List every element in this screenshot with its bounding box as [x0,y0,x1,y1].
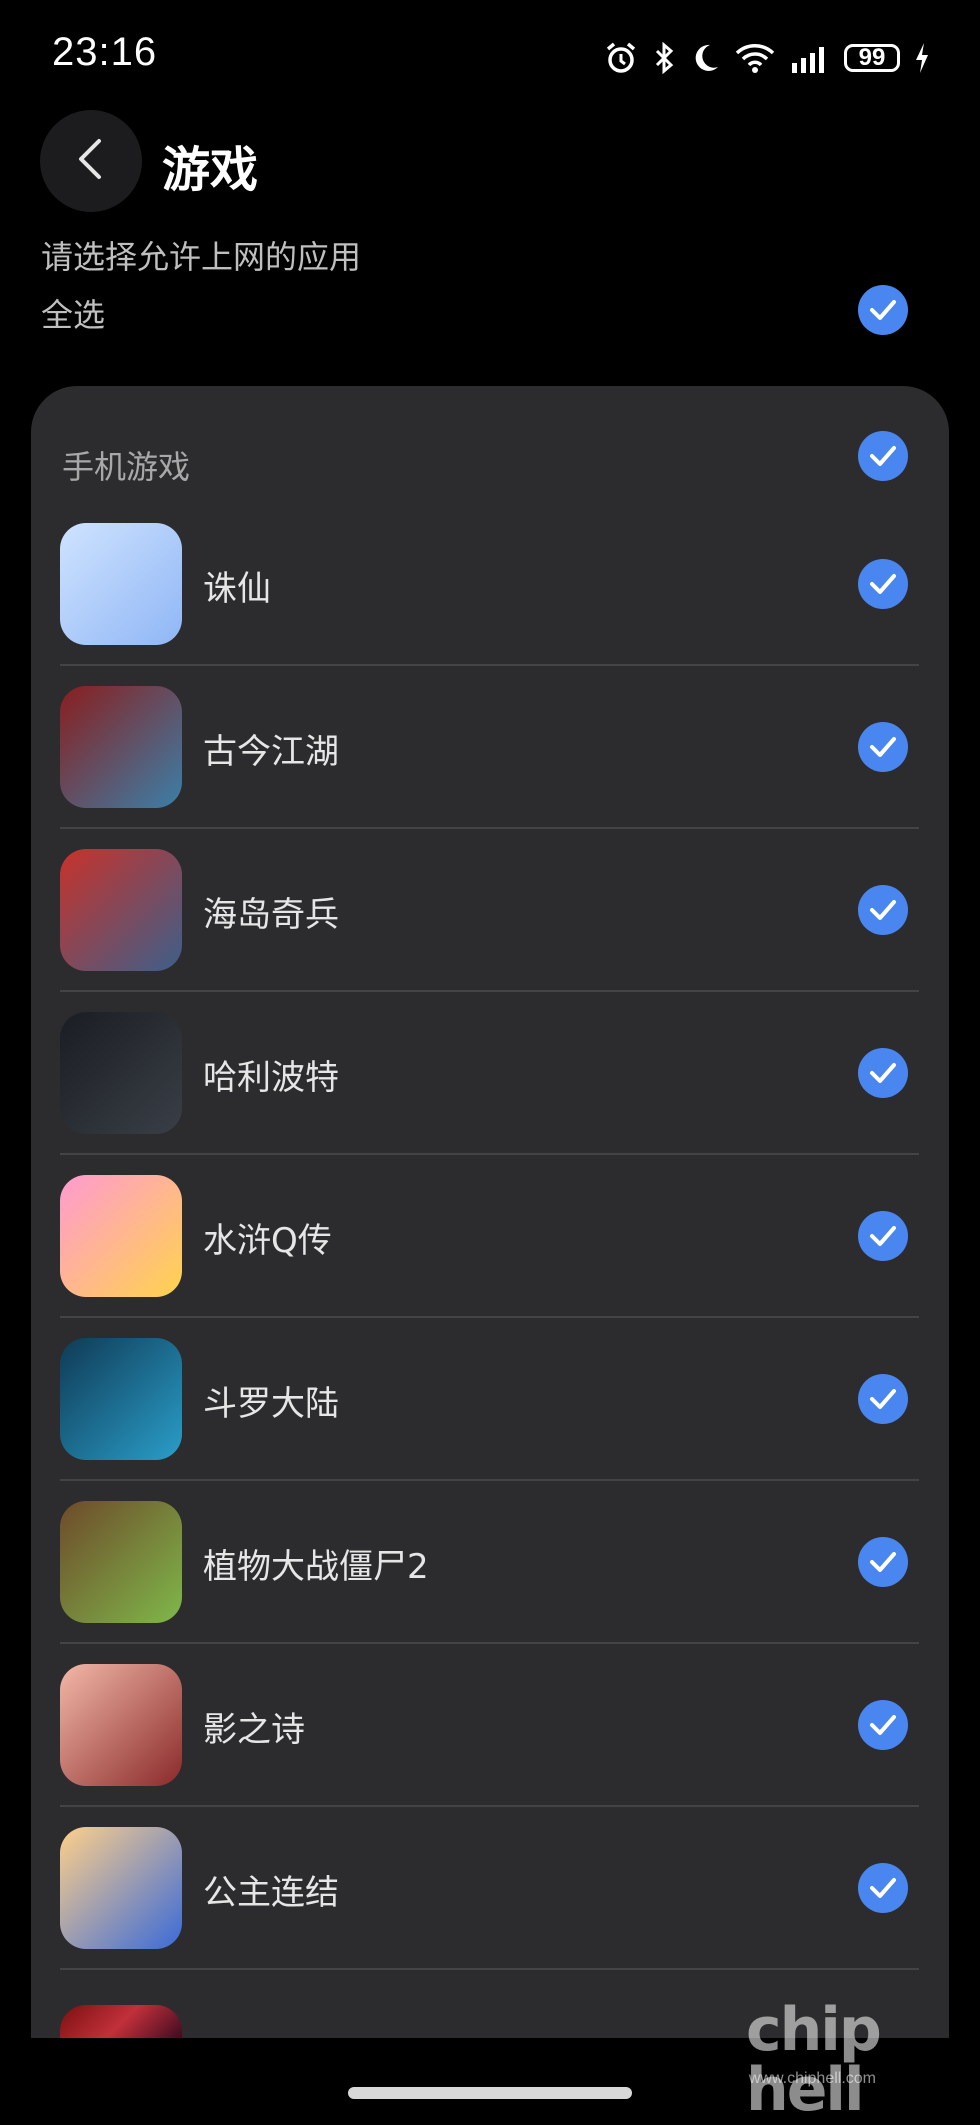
app-list-card: 手机游戏 诛仙古今江湖海岛奇兵哈利波特水浒Q传斗罗大陆植物大战僵尸2 影之诗公主连… [31,386,949,2115]
divider [60,827,919,829]
app-checkbox[interactable] [858,722,908,772]
alarm-icon [604,41,638,75]
charging-icon [914,41,930,75]
app-checkbox[interactable] [858,885,908,935]
status-time: 23:16 [52,30,158,74]
chevron-left-icon [73,137,109,185]
list-item[interactable]: 诛仙 [31,523,949,686]
list-item[interactable]: 影之诗 [31,1664,949,1827]
checkmark-icon [870,1878,896,1898]
wifi-icon [734,41,776,75]
pvz2-icon [60,1501,182,1623]
app-name: 斗罗大陆 [203,1384,339,1424]
status-icons: 99 [604,38,930,78]
list-item[interactable]: 斗罗大陆 [31,1338,949,1501]
page-title: 游戏 [162,142,259,198]
watermark-logo: chip hell [746,1995,882,2125]
watermark: chip hell www.chiphell.com [746,2000,966,2120]
app-name: 海岛奇兵 [203,895,339,935]
checkmark-icon [870,1063,896,1083]
douluo-icon [60,1338,182,1460]
divider [60,664,919,666]
app-checkbox[interactable] [858,1537,908,1587]
shadowverse-icon [60,1664,182,1786]
app-name: 诛仙 [203,569,271,609]
boom-beach-icon [60,849,182,971]
divider [60,1153,919,1155]
list-item[interactable]: 海岛奇兵 [31,849,949,1012]
section-select-checkbox[interactable] [858,431,908,481]
checkmark-icon [870,1389,896,1409]
divider [60,1968,919,1970]
status-bar: 23:16 99 [0,0,980,112]
select-all-label: 全选 [41,296,106,334]
divider [60,1316,919,1318]
list-item[interactable]: 公主连结 [31,1827,949,1990]
section-title: 手机游戏 [62,448,191,486]
gujinjianghu-icon [60,686,182,808]
divider [60,1642,919,1644]
battery-icon: 99 [844,44,900,72]
instruction-text: 请选择允许上网的应用 [41,238,362,276]
signal-icon [790,41,830,75]
checkmark-icon [870,1226,896,1246]
watermark-url: www.chiphell.com [748,2070,876,2087]
checkmark-icon [870,737,896,757]
app-checkbox[interactable] [858,1700,908,1750]
app-checkbox[interactable] [858,1211,908,1261]
app-checkbox[interactable] [858,559,908,609]
list-item[interactable]: 古今江湖 [31,686,949,849]
list-item[interactable]: 水浒Q传 [31,1175,949,1338]
harry-potter-icon [60,1012,182,1134]
app-checkbox[interactable] [858,1863,908,1913]
app-name: 植物大战僵尸2 [203,1547,429,1587]
select-all-checkbox[interactable] [858,285,908,335]
shuihu-q-icon [60,1175,182,1297]
home-indicator[interactable] [348,2087,632,2099]
checkmark-icon [870,446,896,466]
app-name: 公主连结 [203,1873,339,1913]
moon-icon [690,41,720,75]
app-checkbox[interactable] [858,1374,908,1424]
bluetooth-icon [652,41,676,75]
divider [60,990,919,992]
checkmark-icon [870,1552,896,1572]
checkmark-icon [870,300,896,320]
partial-app-icon [60,2005,182,2041]
checkmark-icon [870,900,896,920]
princess-connect-icon [60,1827,182,1949]
app-name: 古今江湖 [203,732,339,772]
list-item[interactable]: 植物大战僵尸2 [31,1501,949,1664]
app-name: 水浒Q传 [203,1221,332,1261]
checkmark-icon [870,1715,896,1735]
zhuxian-icon [60,523,182,645]
app-name: 影之诗 [203,1710,305,1750]
divider [60,1805,919,1807]
app-list: 诛仙古今江湖海岛奇兵哈利波特水浒Q传斗罗大陆植物大战僵尸2 影之诗公主连结 [31,523,949,1990]
list-item[interactable]: 哈利波特 [31,1012,949,1175]
app-name: 哈利波特 [203,1058,339,1098]
checkmark-icon [870,574,896,594]
divider [60,1479,919,1481]
app-checkbox[interactable] [858,1048,908,1098]
back-button[interactable] [40,110,142,212]
